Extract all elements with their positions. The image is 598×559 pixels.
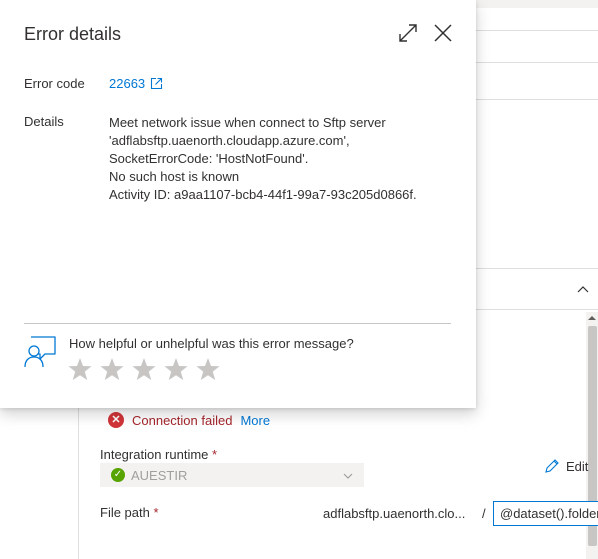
close-icon[interactable] xyxy=(431,21,455,45)
connection-status-text: Connection failed xyxy=(132,412,233,428)
external-link-icon xyxy=(151,77,163,90)
star-icon[interactable] xyxy=(132,357,156,381)
details-label: Details xyxy=(24,114,64,129)
divider xyxy=(476,30,598,31)
error-code-link[interactable]: 22663 xyxy=(109,76,163,91)
feedback-question: How helpful or unhelpful was this error … xyxy=(69,336,354,351)
star-icon[interactable] xyxy=(196,357,220,381)
dialog-title: Error details xyxy=(24,24,122,44)
file-path-host: adflabsftp.uaenorth.clo... xyxy=(323,506,466,521)
pencil-icon xyxy=(545,459,559,473)
error-details-dialog: Error details Error code 22663 Details M… xyxy=(0,0,476,408)
header-strip xyxy=(476,0,598,8)
more-link[interactable]: More xyxy=(240,413,270,428)
integration-runtime-label: Integration runtime * xyxy=(100,447,217,462)
file-path-label-text: File path xyxy=(100,505,150,520)
error-code-label: Error code xyxy=(24,76,85,91)
edit-button-label: Edit xyxy=(566,458,589,474)
integration-runtime-label-text: Integration runtime xyxy=(100,447,209,462)
divider xyxy=(476,62,598,63)
star-icon[interactable] xyxy=(100,357,124,381)
star-rating xyxy=(68,357,220,381)
details-line: Meet network issue when connect to Sftp … xyxy=(109,115,386,130)
details-line: SocketErrorCode: 'HostNotFound'. xyxy=(109,151,309,166)
expand-icon[interactable] xyxy=(397,22,419,44)
details-line: 'adflabsftp.uaenorth.cloudapp.azure.com'… xyxy=(109,133,350,148)
divider xyxy=(476,99,598,100)
feedback-person-icon xyxy=(24,336,56,368)
required-marker: * xyxy=(212,447,218,462)
integration-runtime-value: AUESTIR xyxy=(131,467,188,483)
connection-status: ✕ Connection failed More xyxy=(108,412,270,428)
error-details-text: Meet network issue when connect to Sftp … xyxy=(109,114,449,204)
file-path-input[interactable]: @dataset().folderPath xyxy=(493,501,598,526)
edit-button[interactable]: Edit xyxy=(544,458,596,474)
error-circle-icon: ✕ xyxy=(108,412,124,428)
chevron-down-icon xyxy=(343,473,353,479)
details-line: No such host is known xyxy=(109,169,240,184)
required-marker: * xyxy=(153,505,159,520)
star-icon[interactable] xyxy=(68,357,92,381)
details-line: Activity ID: a9aa1107-bcb4-44f1-99a7-93c… xyxy=(109,187,417,202)
feedback-divider xyxy=(24,323,451,324)
error-code-value: 22663 xyxy=(109,76,146,91)
divider xyxy=(78,408,79,559)
star-icon[interactable] xyxy=(164,357,188,381)
scroll-up-arrow-icon[interactable] xyxy=(588,314,596,322)
file-path-separator: / xyxy=(482,506,486,521)
checkmark-circle-icon: ✓ xyxy=(111,468,125,482)
divider xyxy=(476,268,598,269)
integration-runtime-select[interactable]: ✓ AUESTIR xyxy=(100,463,364,487)
file-path-label: File path * xyxy=(100,505,159,520)
chevron-up-icon[interactable] xyxy=(577,284,589,296)
